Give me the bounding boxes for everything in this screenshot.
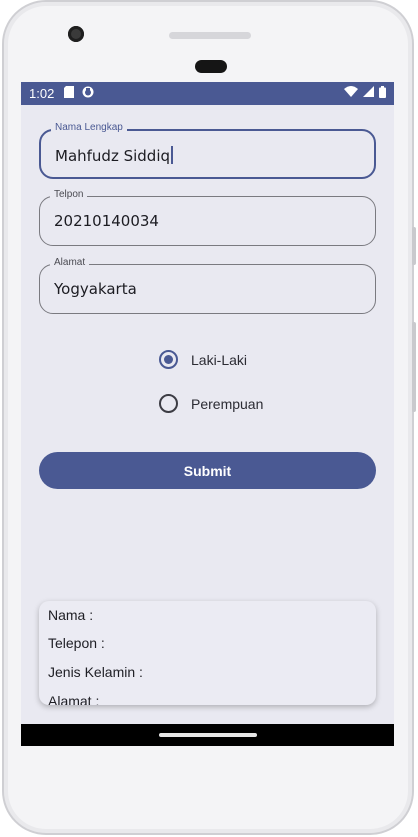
app-screen: 1:02 Nama Lengkap Mahfudz Siddiq Telpon … <box>21 82 394 746</box>
telpon-label: Telpon <box>50 189 88 200</box>
status-bar: 1:02 <box>21 82 394 105</box>
earpiece <box>195 60 227 73</box>
navigation-bar <box>21 724 394 746</box>
power-button <box>412 227 416 265</box>
alamat-label: Alamat <box>50 257 90 268</box>
alamat-value: Yogyakarta <box>54 280 137 298</box>
nama-lengkap-value: Mahfudz Siddiq <box>55 147 171 165</box>
radio-label-perempuan: Perempuan <box>191 395 264 412</box>
front-camera <box>68 26 84 42</box>
nama-lengkap-field[interactable]: Nama Lengkap Mahfudz Siddiq <box>39 122 376 179</box>
radio-perempuan[interactable]: Perempuan <box>159 394 263 413</box>
volume-button <box>412 322 416 412</box>
text-cursor <box>171 146 174 164</box>
battery-icon <box>379 85 386 102</box>
result-jenis-kelamin: Jenis Kelamin : <box>48 664 143 680</box>
radio-button-unchecked[interactable] <box>159 394 178 413</box>
result-telepon: Telepon : <box>48 635 105 651</box>
home-gesture-handle[interactable] <box>159 733 257 737</box>
wifi-icon <box>344 86 358 101</box>
result-alamat: Alamat : <box>48 693 100 705</box>
nama-lengkap-label: Nama Lengkap <box>51 122 127 133</box>
telpon-field[interactable]: Telpon 20210140034 <box>39 189 376 246</box>
telpon-value: 20210140034 <box>54 212 159 230</box>
result-card: Nama : Telepon : Jenis Kelamin : Alamat … <box>39 601 376 705</box>
result-nama: Nama : <box>48 607 94 623</box>
submit-button[interactable]: Submit <box>39 452 376 489</box>
alamat-field[interactable]: Alamat Yogyakarta <box>39 257 376 314</box>
radio-button-checked[interactable] <box>159 350 178 369</box>
radio-laki-laki[interactable]: Laki-Laki <box>159 350 247 369</box>
top-speaker <box>169 32 251 39</box>
sd-card-icon <box>64 85 75 102</box>
app-notification-icon <box>82 86 94 102</box>
cellular-signal-icon <box>363 86 374 101</box>
status-time: 1:02 <box>29 86 55 101</box>
radio-label-laki-laki: Laki-Laki <box>191 351 248 368</box>
